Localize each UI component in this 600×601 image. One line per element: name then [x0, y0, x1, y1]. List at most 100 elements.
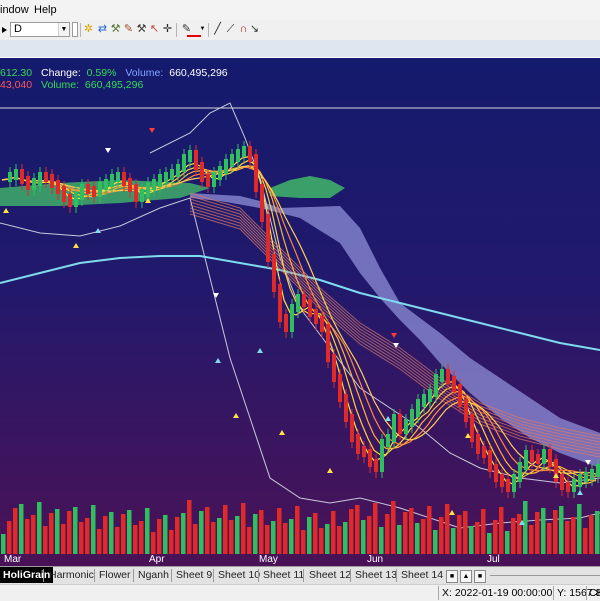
- volume-bar: [583, 528, 588, 554]
- menu-bar: indow Help: [0, 0, 600, 21]
- tab-sheet-9[interactable]: Sheet 9: [173, 567, 215, 583]
- volume-bar: [283, 523, 288, 554]
- volume-bar: [373, 503, 378, 554]
- dropdown-arrow-icon[interactable]: [2, 27, 7, 33]
- line-tool-icon[interactable]: ╱: [211, 23, 224, 36]
- candle-body: [56, 180, 60, 194]
- x-tick-jul: Jul: [487, 554, 500, 565]
- candle-body: [194, 150, 198, 170]
- candle-body: [38, 172, 42, 186]
- volume-bar: [313, 513, 318, 554]
- volume-bar: [457, 515, 462, 554]
- tab-sheet-14[interactable]: Sheet 14: [398, 567, 446, 583]
- candle-body: [8, 172, 12, 182]
- volume-bar: [133, 525, 138, 554]
- volume-bar: [127, 510, 132, 554]
- candle-body: [290, 304, 294, 332]
- volume-bar: [499, 507, 504, 554]
- volume-bar: [385, 514, 390, 554]
- period-select[interactable]: D ▼: [10, 22, 70, 37]
- volume-bar: [505, 531, 510, 554]
- toolbar: D ▼ ✲ ⇄ ⚒ ✎ ⚒ ↖ ✛ ✎ ▼ ╱ ⟋ ∩ ↘: [0, 20, 600, 41]
- menu-help[interactable]: Help: [34, 4, 57, 16]
- toolbar-divider: [80, 23, 81, 37]
- x-tick-apr: Apr: [149, 554, 165, 565]
- ray-tool-icon[interactable]: ⟋: [224, 23, 237, 36]
- candle-body: [554, 459, 558, 482]
- volume-bar: [547, 523, 552, 554]
- candle-body: [410, 409, 414, 427]
- candle-body: [560, 474, 564, 490]
- volume-bar: [97, 529, 102, 554]
- volume-bar: [307, 517, 312, 554]
- candle-body: [422, 394, 426, 407]
- hammer-icon[interactable]: ⚒: [135, 23, 148, 36]
- tools-icon[interactable]: ⚒: [109, 23, 122, 36]
- tab-sheet-10[interactable]: Sheet 10: [215, 567, 263, 583]
- crosshair-icon[interactable]: ✛: [161, 23, 174, 36]
- color-select[interactable]: [72, 22, 78, 37]
- signal-arrow-up: [215, 358, 221, 363]
- tabs-scroll-track[interactable]: [490, 575, 600, 576]
- candle-body: [248, 146, 252, 162]
- tab-flower[interactable]: Flower: [96, 567, 134, 583]
- volume-bar: [85, 518, 90, 554]
- candle-body: [320, 316, 324, 332]
- signal-arrow-up: [449, 510, 455, 515]
- candle-body: [50, 174, 54, 188]
- candle-body: [188, 150, 192, 162]
- candle-body: [590, 469, 594, 480]
- volume-bar: [151, 532, 156, 554]
- candle-body: [314, 309, 318, 324]
- tab-harmonic[interactable]: Harmonic: [46, 567, 97, 583]
- volume-bar: [91, 505, 96, 554]
- candle-body: [110, 174, 114, 187]
- tab-nganh[interactable]: Nganh: [135, 567, 172, 583]
- pen-dropdown-icon[interactable]: ▼: [199, 23, 206, 36]
- candle-body: [548, 449, 552, 467]
- candle-body: [230, 154, 234, 167]
- tab-sheet-12[interactable]: Sheet 12: [306, 567, 354, 583]
- volume-bar: [433, 530, 438, 554]
- volume-bar: [139, 521, 144, 554]
- indicator-icon[interactable]: ✎: [122, 23, 135, 36]
- compare-icon[interactable]: ⇄: [96, 23, 109, 36]
- price-chart[interactable]: 612.30 Change: 0.59% Volume: 660,495,296…: [0, 57, 600, 567]
- volume-bar: [55, 509, 60, 554]
- remove-sheet-icon[interactable]: ■: [474, 570, 486, 583]
- volume-bar: [43, 526, 48, 554]
- tab-sheet-13[interactable]: Sheet 13: [352, 567, 400, 583]
- candle-body: [578, 474, 582, 487]
- volume-bar: [445, 504, 450, 554]
- tab-sheet-11[interactable]: Sheet 11: [260, 567, 307, 583]
- volume-bar: [475, 522, 480, 554]
- chart-canvas[interactable]: [0, 58, 600, 567]
- volume-bar: [247, 527, 252, 554]
- volume-label: Volume:: [125, 67, 164, 79]
- candle-body: [44, 172, 48, 182]
- menu-window[interactable]: indow: [0, 4, 29, 16]
- volume-bar: [37, 502, 42, 554]
- volume-bar: [271, 521, 276, 554]
- volume-bar: [577, 504, 582, 554]
- toolbar-divider: [208, 23, 209, 37]
- volume-bar: [67, 511, 72, 554]
- volume-bar: [259, 510, 264, 554]
- candle-body: [380, 439, 384, 472]
- chevron-down-icon[interactable]: ▼: [58, 23, 69, 36]
- signal-arrow-up: [3, 208, 9, 213]
- gear-icon[interactable]: ✲: [82, 23, 95, 36]
- cursor-icon[interactable]: ↖: [148, 23, 161, 36]
- lock-icon[interactable]: ■: [446, 570, 458, 583]
- add-sheet-icon[interactable]: ▲: [460, 570, 472, 583]
- volume-bar: [277, 508, 282, 554]
- candle-body: [374, 459, 378, 472]
- tab-divider: [303, 569, 304, 582]
- candle-body: [284, 314, 288, 332]
- signal-arrow-up: [257, 348, 263, 353]
- volume-bar: [217, 518, 222, 554]
- candle-body: [434, 374, 438, 397]
- arrow-tool-icon[interactable]: ↘: [248, 23, 261, 36]
- candle-body: [326, 324, 330, 362]
- candle-body: [524, 450, 528, 470]
